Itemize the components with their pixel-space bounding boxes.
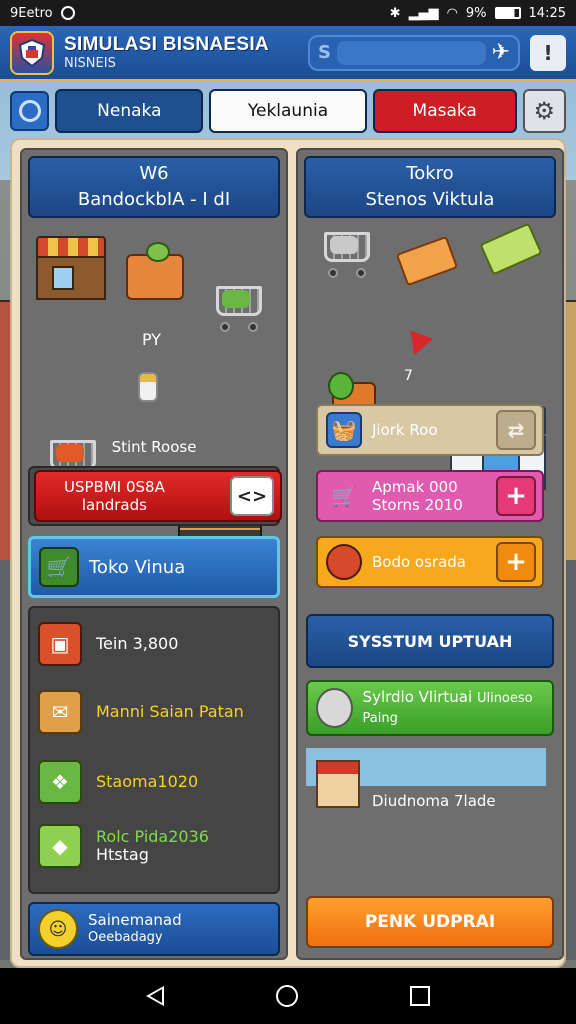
- crate-icon: ◆: [38, 824, 82, 868]
- wifi-icon: ◠: [446, 5, 458, 21]
- virtual-system-line1: Sylrdlo Vlirtuai: [362, 688, 473, 706]
- shop-building-icon[interactable]: [36, 236, 106, 300]
- right-column: Tokro Stenos Viktula 7 🧺 Jiork Roo ⇄ 🛒 A: [296, 148, 564, 960]
- left-column: W6 BandockbIA - I dI PY Stint Roose USPB…: [20, 148, 288, 960]
- recent-apps-icon[interactable]: [410, 986, 430, 1006]
- clock: 14:25: [528, 5, 566, 21]
- swap-icon[interactable]: ⇄: [496, 410, 536, 450]
- shopping-cart-icon[interactable]: [210, 282, 266, 334]
- search-bar[interactable]: S ✈: [308, 34, 520, 71]
- bodo-osrada-button[interactable]: Bodo osrada +: [316, 536, 544, 588]
- jar-icon[interactable]: [138, 372, 158, 402]
- home-icon[interactable]: [276, 985, 298, 1007]
- stat-line1: Tein 3,800: [96, 634, 179, 653]
- red-button-line1: USPBMI 0S8A: [64, 478, 165, 496]
- coupon-ticket-icon[interactable]: [395, 235, 459, 287]
- tab-nenaka[interactable]: Nenaka: [55, 89, 204, 133]
- tab-menu-button[interactable]: [10, 91, 50, 131]
- store-preview-label: Diudnoma 7lade: [372, 792, 496, 810]
- right-heading-line2: Stenos Viktula: [365, 189, 495, 210]
- cogs-icon: [316, 688, 353, 728]
- signal-icon: ▂▄▆: [408, 5, 439, 21]
- status-bar: 9Eetro ✱ ▂▄▆ ◠ 9% 14:25: [0, 0, 576, 26]
- produce-box-icon[interactable]: [126, 242, 184, 300]
- profile-line1: Sainemanad: [88, 911, 182, 929]
- bodo-osrada-label: Bodo osrada: [372, 553, 466, 571]
- carrier-label: 9Eetro: [10, 5, 53, 21]
- cash-note-icon[interactable]: [479, 222, 543, 276]
- jiork-roo-button[interactable]: 🧺 Jiork Roo ⇄: [316, 404, 544, 456]
- logo-shield-icon: [18, 38, 46, 67]
- stat-row[interactable]: ✉ Manni Saian Patan: [38, 684, 270, 740]
- basket-icon: 🧺: [326, 412, 362, 448]
- right-heading-line1: Tokro: [406, 163, 454, 184]
- main-panel: W6 BandockbIA - I dI PY Stint Roose USPB…: [10, 138, 566, 968]
- system-update-button[interactable]: SYSSTUM UPTUAH: [306, 614, 554, 668]
- tablet-icon: ▣: [38, 622, 82, 666]
- left-stage-label: Stint Roose: [111, 438, 197, 456]
- stat-line1: Staoma1020: [96, 772, 199, 791]
- smiley-icon: ☺: [38, 909, 78, 949]
- search-input[interactable]: [336, 40, 486, 65]
- stat-line1: Manni Saian Patan: [96, 702, 244, 721]
- virtual-system-button[interactable]: Sylrdlo Vlirtuai Ulinoeso Paing: [306, 680, 554, 736]
- battery-icon: [494, 7, 521, 19]
- tab-masaka[interactable]: Masaka: [372, 89, 517, 133]
- stats-list: ▣ Tein 3,800 ✉ Manni Saian Patan ❖ Staom…: [28, 606, 280, 894]
- stat-line2: Htstag: [96, 845, 149, 864]
- add-plus-button[interactable]: +: [496, 476, 536, 516]
- settings-gear-icon[interactable]: ⚙: [522, 89, 566, 133]
- info-button[interactable]: !: [530, 34, 566, 71]
- left-item-stage: PY Stint Roose: [28, 226, 280, 562]
- mini-store-icon: [316, 760, 360, 808]
- apmak-line2: Storns 2010: [372, 496, 463, 514]
- swap-arrows-button[interactable]: <>: [230, 476, 274, 516]
- back-icon[interactable]: [146, 986, 164, 1006]
- left-heading-line2: BandockbIA - I dI: [77, 189, 231, 210]
- add-plus-button[interactable]: +: [496, 542, 536, 582]
- scroll-icon: ✉: [38, 690, 82, 734]
- apmak-line1: Apmak 000: [372, 478, 458, 496]
- grocery-basket-icon: 🛒: [39, 547, 79, 587]
- app-header: SIMULASI BISNAESIA NISNEIS S ✈ !: [0, 26, 576, 82]
- red-flag-icon[interactable]: [402, 330, 434, 360]
- notification-icon: [60, 6, 75, 20]
- search-icon: S: [318, 42, 331, 63]
- toko-vinua-label: Toko Vinua: [89, 556, 186, 578]
- apmak-button[interactable]: 🛒 Apmak 000 Storns 2010 +: [316, 470, 544, 522]
- app-logo-icon[interactable]: [10, 30, 54, 75]
- bluetooth-icon: ✱: [389, 5, 401, 21]
- tab-row: Nenaka Yeklaunia Masaka ⚙: [10, 88, 566, 134]
- toko-vinua-button[interactable]: 🛒 Toko Vinua: [28, 536, 280, 598]
- tab-yeklaunia[interactable]: Yeklaunia: [209, 89, 367, 133]
- left-heading-line1: W6: [139, 163, 169, 184]
- right-stage-note: 7: [404, 368, 413, 384]
- app-subtitle: NISNEIS: [64, 56, 116, 71]
- menu-circle-icon: [18, 100, 41, 122]
- battery-percent: 9%: [465, 5, 487, 21]
- gift-icon: ❖: [38, 760, 82, 804]
- app-title: SIMULASI BISNAESIA: [64, 34, 269, 55]
- profile-line2: Oeebadagy: [88, 930, 163, 945]
- store-preview[interactable]: Diudnoma 7lade: [306, 744, 554, 834]
- stat-line1: Rolc Pida2036: [96, 827, 209, 846]
- jiork-roo-label: Jiork Roo: [372, 421, 438, 439]
- primary-action-button[interactable]: PENK UDPRAI: [306, 896, 554, 948]
- shopping-cart-icon[interactable]: [318, 228, 374, 280]
- airplane-icon[interactable]: ✈: [492, 40, 510, 65]
- fruit-icon: [326, 544, 362, 580]
- left-red-panel: USPBMI 0S8A landrads <>: [28, 466, 282, 526]
- left-column-heading: W6 BandockbIA - I dI: [28, 156, 280, 218]
- left-stage-note: PY: [142, 330, 162, 349]
- profile-button[interactable]: ☺ Sainemanad Oeebadagy: [28, 902, 280, 956]
- stat-row[interactable]: ▣ Tein 3,800: [38, 616, 270, 672]
- red-button-line2: landrads: [81, 496, 147, 514]
- stat-row[interactable]: ◆ Rolc Pida2036 Htstag: [38, 818, 270, 874]
- right-column-heading: Tokro Stenos Viktula: [304, 156, 556, 218]
- cart-icon: 🛒: [331, 483, 357, 508]
- stat-row[interactable]: ❖ Staoma1020: [38, 754, 270, 810]
- system-nav-bar: [0, 968, 576, 1024]
